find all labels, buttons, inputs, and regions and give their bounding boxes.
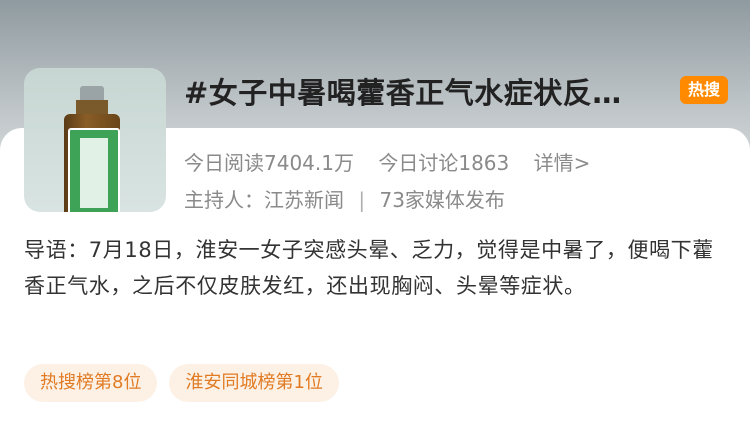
media-count[interactable]: 73家媒体发布 — [379, 188, 504, 212]
topic-host-info: 主持人：江苏新闻 | 73家媒体发布 — [184, 184, 505, 213]
topic-stats: 今日阅读7404.1万 今日讨论1863 详情> — [184, 147, 608, 176]
medicine-bottle-icon — [64, 86, 120, 212]
host-name[interactable]: 主持人：江苏新闻 — [184, 188, 344, 212]
divider: | — [358, 188, 366, 212]
tag-hot-search-rank[interactable]: 热搜榜第8位 — [24, 364, 158, 402]
discussion-count: 今日讨论1863 — [378, 151, 510, 175]
read-count: 今日阅读7404.1万 — [184, 151, 354, 175]
tag-local-rank[interactable]: 淮安同城榜第1位 — [169, 364, 339, 402]
topic-cover-image[interactable] — [24, 68, 166, 212]
ranking-tags: 热搜榜第8位 淮安同城榜第1位 — [24, 364, 339, 402]
hot-badge: 热搜 — [680, 76, 728, 104]
topic-title[interactable]: #女子中暑喝藿香正气水症状反… — [184, 70, 622, 112]
detail-link[interactable]: 详情> — [534, 151, 591, 175]
topic-intro: 导语：7月18日，淮安一女子突感头晕、乏力，觉得是中暑了，便喝下藿香正气水，之后… — [24, 238, 714, 298]
